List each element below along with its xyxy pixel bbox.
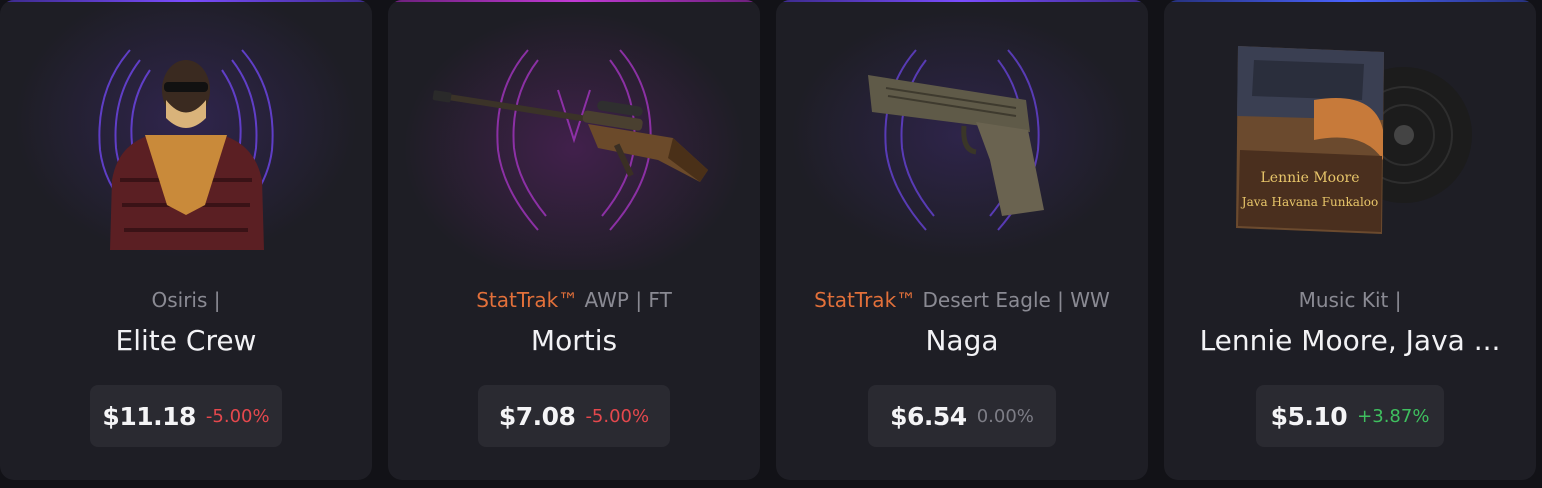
price-value: $7.08 [498,401,576,431]
weapon-type: Osiris | [151,288,221,312]
art-line-1: Lennie Moore [1261,170,1360,186]
item-subtitle: Music Kit | [1164,288,1536,312]
sniper-rifle-icon [388,30,760,260]
stattrak-label: StatTrak™ [476,288,579,312]
art-line-2: Java Havana Funkaloo [1240,195,1378,209]
price-pill: $11.18 -5.00% [90,385,282,447]
price-change: -5.00% [585,405,650,427]
item-card[interactable]: StatTrak™ AWP | FT Mortis $7.08 -5.00% [388,0,760,480]
item-card[interactable]: Lennie Moore Java Havana Funkaloo Music … [1164,0,1536,480]
price-change: -5.00% [205,405,270,427]
price-value: $5.10 [1270,401,1348,431]
price-pill: $6.54 0.00% [868,385,1056,447]
item-name: Elite Crew [115,324,257,357]
price-change: +3.87% [1357,405,1430,427]
pistol-icon [776,30,1148,260]
item-card[interactable]: Osiris | Elite Crew $11.18 -5.00% [0,0,372,480]
item-card[interactable]: StatTrak™ Desert Eagle | WW Naga $6.54 0… [776,0,1148,480]
item-name: Lennie Moore, Java ... [1199,324,1501,357]
stattrak-label: StatTrak™ [814,288,917,312]
price-value: $6.54 [890,401,967,431]
music-kit-icon: Lennie Moore Java Havana Funkaloo [1164,30,1536,260]
price-pill: $5.10 +3.87% [1256,385,1444,447]
item-name: Naga [925,324,999,357]
item-subtitle: Osiris | [0,288,372,312]
item-subtitle: StatTrak™ Desert Eagle | WW [776,288,1148,312]
rarity-line [1164,0,1536,2]
agent-icon [0,30,372,260]
item-grid: Osiris | Elite Crew $11.18 -5.00% StatTr… [0,0,1542,488]
price-pill: $7.08 -5.00% [478,385,670,447]
price-change: 0.00% [976,405,1034,427]
weapon-type: Music Kit | [1298,288,1402,312]
weapon-type: AWP | FT [584,288,672,312]
item-name: Mortis [530,324,618,357]
price-value: $11.18 [102,401,196,431]
weapon-type: Desert Eagle | WW [922,288,1110,312]
item-subtitle: StatTrak™ AWP | FT [388,288,760,312]
